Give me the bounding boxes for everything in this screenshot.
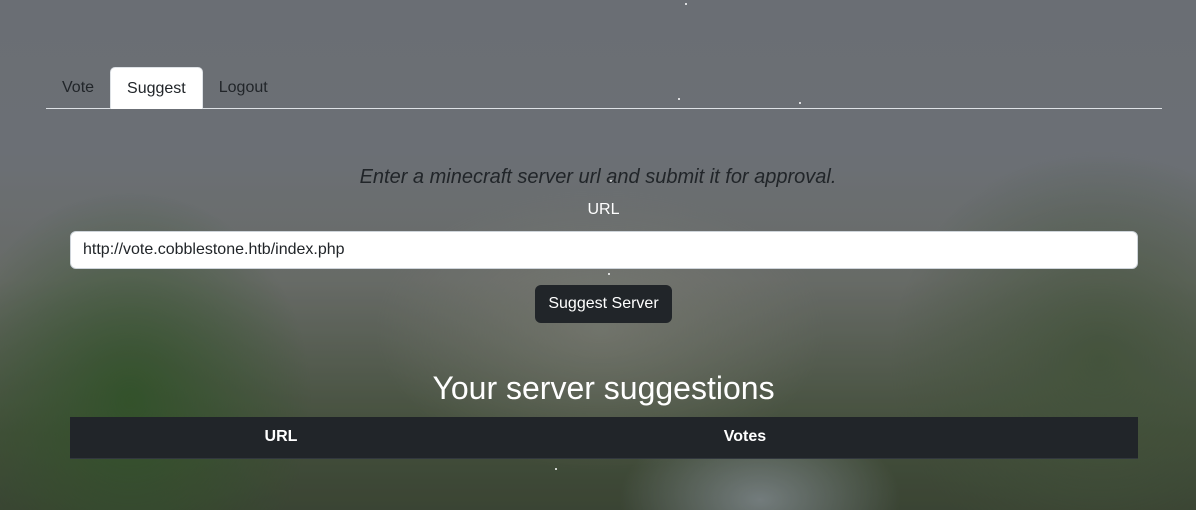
- tab-vote[interactable]: Vote: [46, 67, 110, 108]
- tab-logout[interactable]: Logout: [203, 67, 284, 108]
- suggest-server-button[interactable]: Suggest Server: [535, 285, 672, 323]
- tab-suggest[interactable]: Suggest: [110, 67, 203, 109]
- nav-tabs: Vote Suggest Logout: [46, 67, 1162, 109]
- column-header-votes: Votes: [723, 428, 767, 445]
- snow-particle: [555, 468, 557, 470]
- snow-particle: [685, 3, 687, 5]
- column-header-url: URL: [264, 428, 298, 445]
- url-label: URL: [587, 201, 620, 218]
- snow-particle: [608, 273, 610, 275]
- suggestions-title: Your server suggestions: [432, 370, 775, 406]
- suggestions-table-header: URL Votes: [70, 417, 1138, 459]
- form-intro-text: Enter a minecraft server url and submit …: [359, 166, 837, 188]
- url-input[interactable]: [70, 231, 1138, 269]
